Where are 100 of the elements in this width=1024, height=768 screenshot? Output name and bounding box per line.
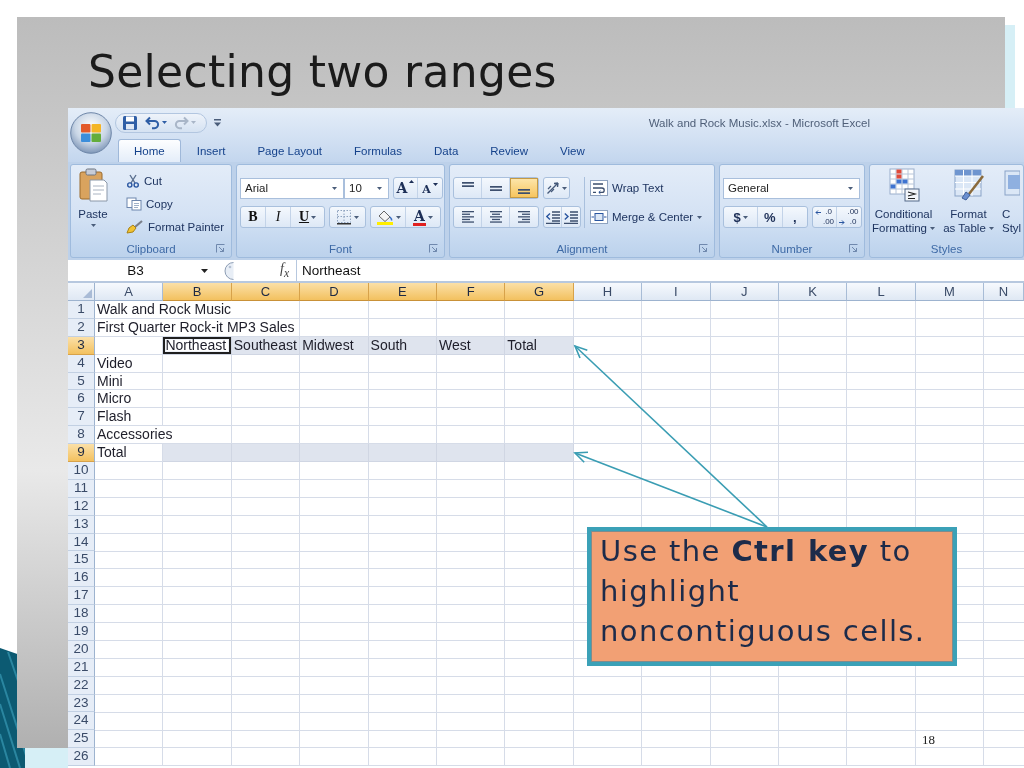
number-format-field[interactable]: General: [723, 177, 860, 199]
borders-button[interactable]: [329, 206, 366, 228]
bold-button[interactable]: B: [241, 207, 266, 227]
row-header[interactable]: 7: [68, 408, 95, 427]
decrease-decimal-button[interactable]: .00 .0: [837, 207, 861, 227]
percent-button[interactable]: %: [758, 207, 783, 227]
column-header[interactable]: E: [368, 283, 437, 301]
row-header[interactable]: 26: [68, 748, 95, 767]
cell-text: First Quarter Rock-it MP3 Sales: [95, 318, 297, 336]
merge-center-button[interactable]: Merge & Center: [590, 206, 703, 228]
column-header[interactable]: B: [163, 283, 232, 301]
cell-styles-button[interactable]: C Styl: [1002, 168, 1023, 240]
ribbon-tab[interactable]: Data: [418, 139, 475, 162]
font-size-field[interactable]: 10: [344, 177, 389, 199]
table-cell: South: [368, 336, 437, 355]
font-color-button[interactable]: A: [406, 207, 440, 227]
row-header[interactable]: 15: [68, 551, 95, 570]
caret-icon: [742, 215, 748, 219]
ribbon-tab[interactable]: Review: [474, 139, 544, 162]
align-lines-icon: [518, 211, 530, 223]
copy-button[interactable]: Copy: [126, 193, 173, 214]
merge-cells-icon: [590, 210, 608, 224]
column-header[interactable]: K: [778, 283, 848, 301]
undo-icon: [145, 115, 160, 130]
caret-icon: [848, 186, 853, 190]
insert-function-button[interactable]: f$_{x}$: [280, 261, 296, 280]
wrap-text-button[interactable]: Wrap Text: [590, 177, 664, 199]
caret-icon: [191, 121, 196, 124]
table-cell: Midwest: [300, 336, 369, 355]
caret-icon: [395, 215, 401, 219]
row-header[interactable]: 9: [68, 444, 95, 462]
row-header[interactable]: 24: [68, 712, 95, 731]
save-button[interactable]: [122, 114, 138, 131]
column-header[interactable]: C: [231, 283, 301, 301]
caret-icon: [311, 215, 317, 219]
row-header[interactable]: 10: [68, 462, 95, 480]
left-arrow-icon: [814, 209, 821, 215]
indent-icon: [545, 210, 560, 224]
caret-icon: [354, 215, 359, 219]
orientation-button[interactable]: [543, 177, 570, 199]
slide-title: Selecting two ranges: [88, 45, 557, 99]
row-header[interactable]: 19: [68, 623, 95, 641]
row-header[interactable]: 25: [68, 730, 95, 749]
format-painter-button[interactable]: Format Painter: [126, 216, 225, 237]
column-header[interactable]: F: [436, 283, 506, 301]
row-header[interactable]: 1: [68, 301, 95, 319]
caret-icon: [930, 226, 935, 230]
cell-text: Accessories: [95, 426, 175, 444]
column-header[interactable]: G: [505, 283, 574, 301]
name-box[interactable]: B3: [70, 260, 212, 281]
format-as-table-button[interactable]: Format as Table: [937, 168, 1000, 240]
row-header[interactable]: 16: [68, 569, 95, 588]
currency-button[interactable]: $: [724, 207, 759, 227]
conditional-formatting-button[interactable]: Conditional Formatting: [872, 168, 935, 240]
table-brush-icon: [952, 168, 985, 202]
scissors-icon: [126, 173, 140, 188]
ribbon-tab[interactable]: View: [544, 139, 601, 162]
caret-icon: [332, 186, 337, 190]
shrink-font-button[interactable]: A: [418, 178, 442, 198]
row-header[interactable]: 8: [68, 426, 95, 445]
column-header[interactable]: I: [642, 283, 711, 301]
grow-font-button[interactable]: A: [394, 178, 418, 198]
font-name-field[interactable]: Arial: [240, 177, 344, 199]
paste-button[interactable]: Paste: [73, 166, 113, 240]
formula-field[interactable]: Northeast: [296, 260, 1024, 281]
undo-button[interactable]: [145, 115, 167, 130]
column-header[interactable]: A: [95, 283, 164, 301]
column-header[interactable]: N: [984, 283, 1024, 301]
group-label: Font: [329, 242, 352, 255]
caret-icon: [90, 224, 96, 227]
ribbon-tab[interactable]: Home: [118, 139, 181, 162]
diagonal-arrow-icon: [546, 181, 560, 195]
ribbon-tab[interactable]: Page Layout: [241, 139, 339, 162]
toolbar-menu-icon[interactable]: [214, 118, 221, 127]
column-header[interactable]: D: [300, 283, 369, 301]
column-header[interactable]: H: [573, 283, 643, 301]
italic-button[interactable]: I: [266, 207, 291, 227]
underline-button[interactable]: U: [291, 207, 324, 227]
column-header[interactable]: J: [710, 283, 779, 301]
align-lines-icon: [461, 182, 474, 187]
column-header[interactable]: L: [847, 283, 916, 301]
bottom-align-button[interactable]: [510, 178, 538, 198]
cut-button[interactable]: Cut: [126, 170, 162, 191]
align-lines-icon: [489, 211, 502, 223]
ribbon-tab[interactable]: Formulas: [338, 139, 418, 162]
window-title: Walk and Rock Music.xlsx - Microsoft Excel: [648, 116, 870, 129]
decrease-indent-button[interactable]: [544, 207, 562, 227]
caret-icon: [162, 121, 167, 124]
borders-icon: [336, 209, 352, 225]
ribbon-tab[interactable]: Insert: [180, 139, 242, 162]
align-lines-icon: [489, 185, 502, 191]
row-header[interactable]: 6: [68, 390, 95, 409]
caret-icon: [988, 226, 994, 230]
row-header[interactable]: 18: [68, 605, 95, 624]
column-header[interactable]: M: [915, 283, 985, 301]
row-header[interactable]: 17: [68, 587, 95, 606]
group-label: Clipboard: [126, 242, 176, 255]
comma-button[interactable]: ,: [782, 207, 807, 227]
increase-decimal-button[interactable]: .0 .00: [813, 207, 837, 227]
table-cell: Northeast: [163, 336, 232, 355]
